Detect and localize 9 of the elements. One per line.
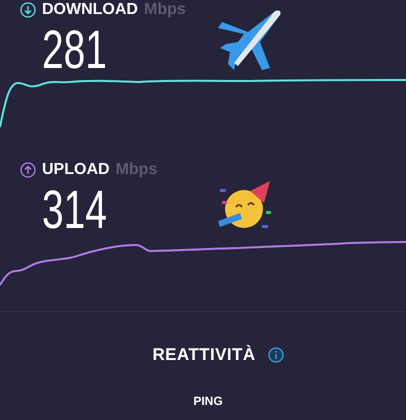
unit-label: Mbps xyxy=(144,0,186,20)
info-icon[interactable] xyxy=(268,346,284,363)
speed-value: 281 xyxy=(42,23,107,77)
section-title: REATTIVITÀ xyxy=(152,344,256,366)
metric-label: UPLOAD xyxy=(42,160,110,180)
speed-value: 314 xyxy=(42,183,107,237)
ping-label: PING xyxy=(193,392,223,410)
metric-label: DOWNLOAD xyxy=(42,0,138,20)
unit-label: Mbps xyxy=(116,160,158,180)
